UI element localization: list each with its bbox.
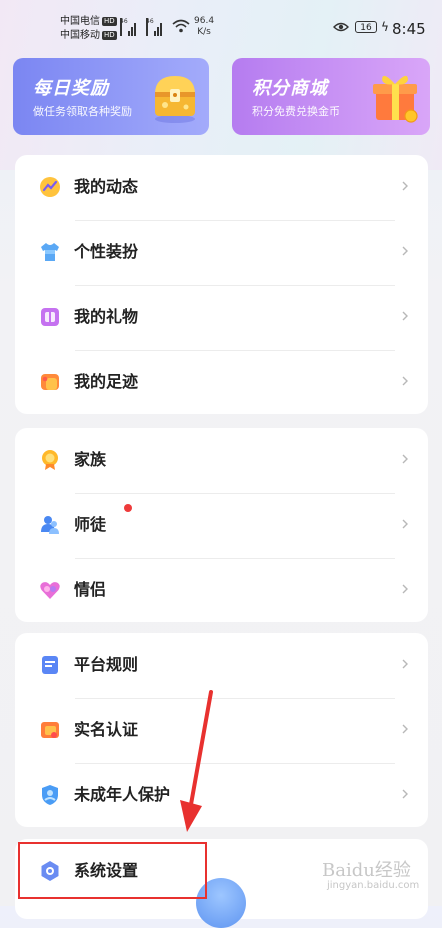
menu-item-real-name-verification[interactable]: 实名认证 xyxy=(15,698,428,763)
unread-badge xyxy=(124,504,132,512)
points-mall-subtitle: 积分免费兑换金币 xyxy=(252,105,340,118)
watermark-logo: Baidu经验 xyxy=(322,860,411,881)
carrier-1-name: 中国电信 xyxy=(60,16,100,27)
family-medal-icon xyxy=(42,450,58,470)
hd-badge: HD xyxy=(102,30,117,40)
signal-1-icon: 46 xyxy=(120,18,136,36)
treasure-chest-icon xyxy=(155,76,195,123)
menu-item-label: 平台规则 xyxy=(74,655,139,674)
menu-item-my-footprints[interactable]: 我的足迹 xyxy=(15,350,428,415)
chevron-right-icon xyxy=(402,311,408,321)
carrier-2: 中国移动 HD xyxy=(60,30,117,42)
menu-item-personal-style[interactable]: 个性装扮 xyxy=(15,220,428,285)
status-bar: 中国电信 HD 中国移动 HD 46 46 96.4 K/s 16 ϟ 8:45 xyxy=(0,0,442,50)
network-type-1: 46 xyxy=(120,18,128,36)
chevron-right-icon xyxy=(402,584,408,594)
chevron-right-icon xyxy=(402,519,408,529)
menu-item-label: 师徒 xyxy=(74,515,107,534)
menu-item-label: 实名认证 xyxy=(74,720,139,739)
network-speed: 96.4 K/s xyxy=(194,16,214,38)
charging-icon: ϟ xyxy=(381,20,389,34)
menu-item-label: 情侣 xyxy=(74,580,107,599)
feed-icon xyxy=(40,177,60,197)
minor-protection-icon xyxy=(42,785,58,805)
menu-group-platform: 平台规则 实名认证 未成年人保护 xyxy=(15,633,428,827)
menu-item-minor-protection[interactable]: 未成年人保护 xyxy=(15,763,428,828)
shirt-icon xyxy=(41,243,59,261)
daily-reward-subtitle: 做任务领取各种奖励 xyxy=(33,105,132,118)
battery-icon: 16 xyxy=(355,21,377,33)
menu-item-my-gifts[interactable]: 我的礼物 xyxy=(15,285,428,350)
menu-group-personal: 我的动态 个性装扮 我的礼物 我的足迹 xyxy=(15,155,428,414)
gift-box-icon xyxy=(373,75,418,123)
menu-item-couple[interactable]: 情侣 xyxy=(15,558,428,623)
chevron-right-icon xyxy=(402,454,408,464)
menu-item-label: 我的足迹 xyxy=(74,372,139,391)
heart-icon xyxy=(40,582,60,599)
footprint-icon xyxy=(41,374,59,390)
menu-item-family[interactable]: 家族 xyxy=(15,428,428,493)
daily-reward-title: 每日奖励 xyxy=(33,78,109,99)
carrier-2-name: 中国移动 xyxy=(60,30,100,41)
chevron-right-icon xyxy=(402,246,408,256)
chevron-right-icon xyxy=(402,376,408,386)
menu-group-social: 家族 师徒 情侣 xyxy=(15,428,428,622)
menu-item-label: 我的礼物 xyxy=(74,307,139,326)
clock: 8:45 xyxy=(392,20,426,38)
menu-item-label: 我的动态 xyxy=(74,177,139,196)
eye-comfort-icon xyxy=(333,22,349,32)
verify-icon xyxy=(41,722,59,738)
highlight-box xyxy=(18,842,207,899)
menu-item-platform-rules[interactable]: 平台规则 xyxy=(15,633,428,698)
signal-2-icon: 46 xyxy=(146,18,162,36)
speed-unit: K/s xyxy=(197,27,211,37)
mentor-icon xyxy=(41,516,59,534)
menu-item-mentorship[interactable]: 师徒 xyxy=(15,493,428,558)
menu-item-label: 个性装扮 xyxy=(74,242,139,261)
chevron-right-icon xyxy=(402,789,408,799)
wifi-icon xyxy=(172,19,190,33)
hd-badge: HD xyxy=(102,16,117,26)
rules-icon xyxy=(42,656,58,674)
speed-value: 96.4 xyxy=(194,16,215,26)
carrier-1: 中国电信 HD xyxy=(60,16,117,28)
battery-level: 16 xyxy=(360,23,372,33)
menu-item-label: 家族 xyxy=(74,450,107,469)
menu-item-my-feed[interactable]: 我的动态 xyxy=(15,155,428,220)
gift-icon xyxy=(41,308,59,326)
menu-item-label: 未成年人保护 xyxy=(74,785,171,804)
chevron-right-icon xyxy=(402,724,408,734)
points-mall-card[interactable]: 积分商城 积分免费兑换金币 xyxy=(232,58,430,135)
daily-reward-card[interactable]: 每日奖励 做任务领取各种奖励 xyxy=(13,58,209,135)
chevron-right-icon xyxy=(402,181,408,191)
chevron-right-icon xyxy=(402,659,408,669)
points-mall-title: 积分商城 xyxy=(252,78,328,99)
network-type-2: 46 xyxy=(146,18,154,36)
watermark-url: jingyan.baidu.com xyxy=(327,880,420,891)
